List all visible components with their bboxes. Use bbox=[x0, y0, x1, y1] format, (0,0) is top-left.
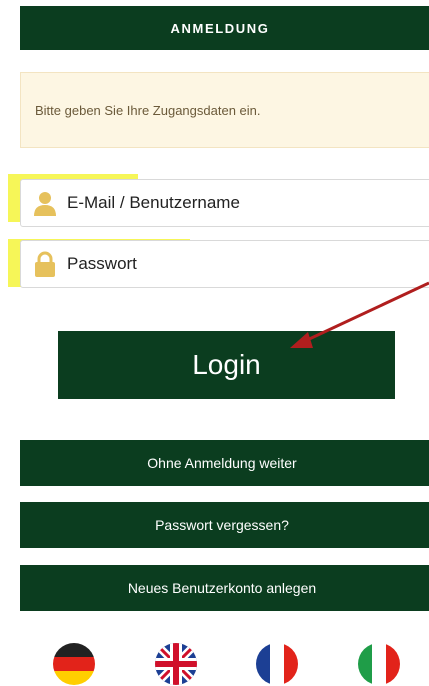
user-icon bbox=[34, 192, 56, 216]
password-field[interactable]: Passwort bbox=[20, 240, 429, 288]
forgot-password-button[interactable]: Passwort vergessen? bbox=[20, 502, 429, 548]
login-button[interactable]: Login bbox=[58, 331, 395, 399]
password-placeholder: Passwort bbox=[67, 254, 137, 273]
uk-flag-icon[interactable] bbox=[154, 642, 198, 686]
login-header: ANMELDUNG bbox=[20, 6, 429, 50]
login-header-title: ANMELDUNG bbox=[170, 20, 270, 36]
italian-flag-icon[interactable] bbox=[357, 642, 401, 686]
email-placeholder: E-Mail / Benutzername bbox=[67, 193, 240, 212]
login-notice-text: Bitte geben Sie Ihre Zugangsdaten ein. bbox=[35, 102, 261, 118]
continue-without-login-button[interactable]: Ohne Anmeldung weiter bbox=[20, 440, 429, 486]
french-flag-icon[interactable] bbox=[255, 642, 299, 686]
create-account-button[interactable]: Neues Benutzerkonto anlegen bbox=[20, 565, 429, 611]
lock-icon bbox=[35, 251, 55, 277]
login-notice: Bitte geben Sie Ihre Zugangsdaten ein. bbox=[20, 72, 429, 148]
email-field[interactable]: E-Mail / Benutzername bbox=[20, 179, 429, 227]
german-flag-icon[interactable] bbox=[52, 642, 96, 686]
